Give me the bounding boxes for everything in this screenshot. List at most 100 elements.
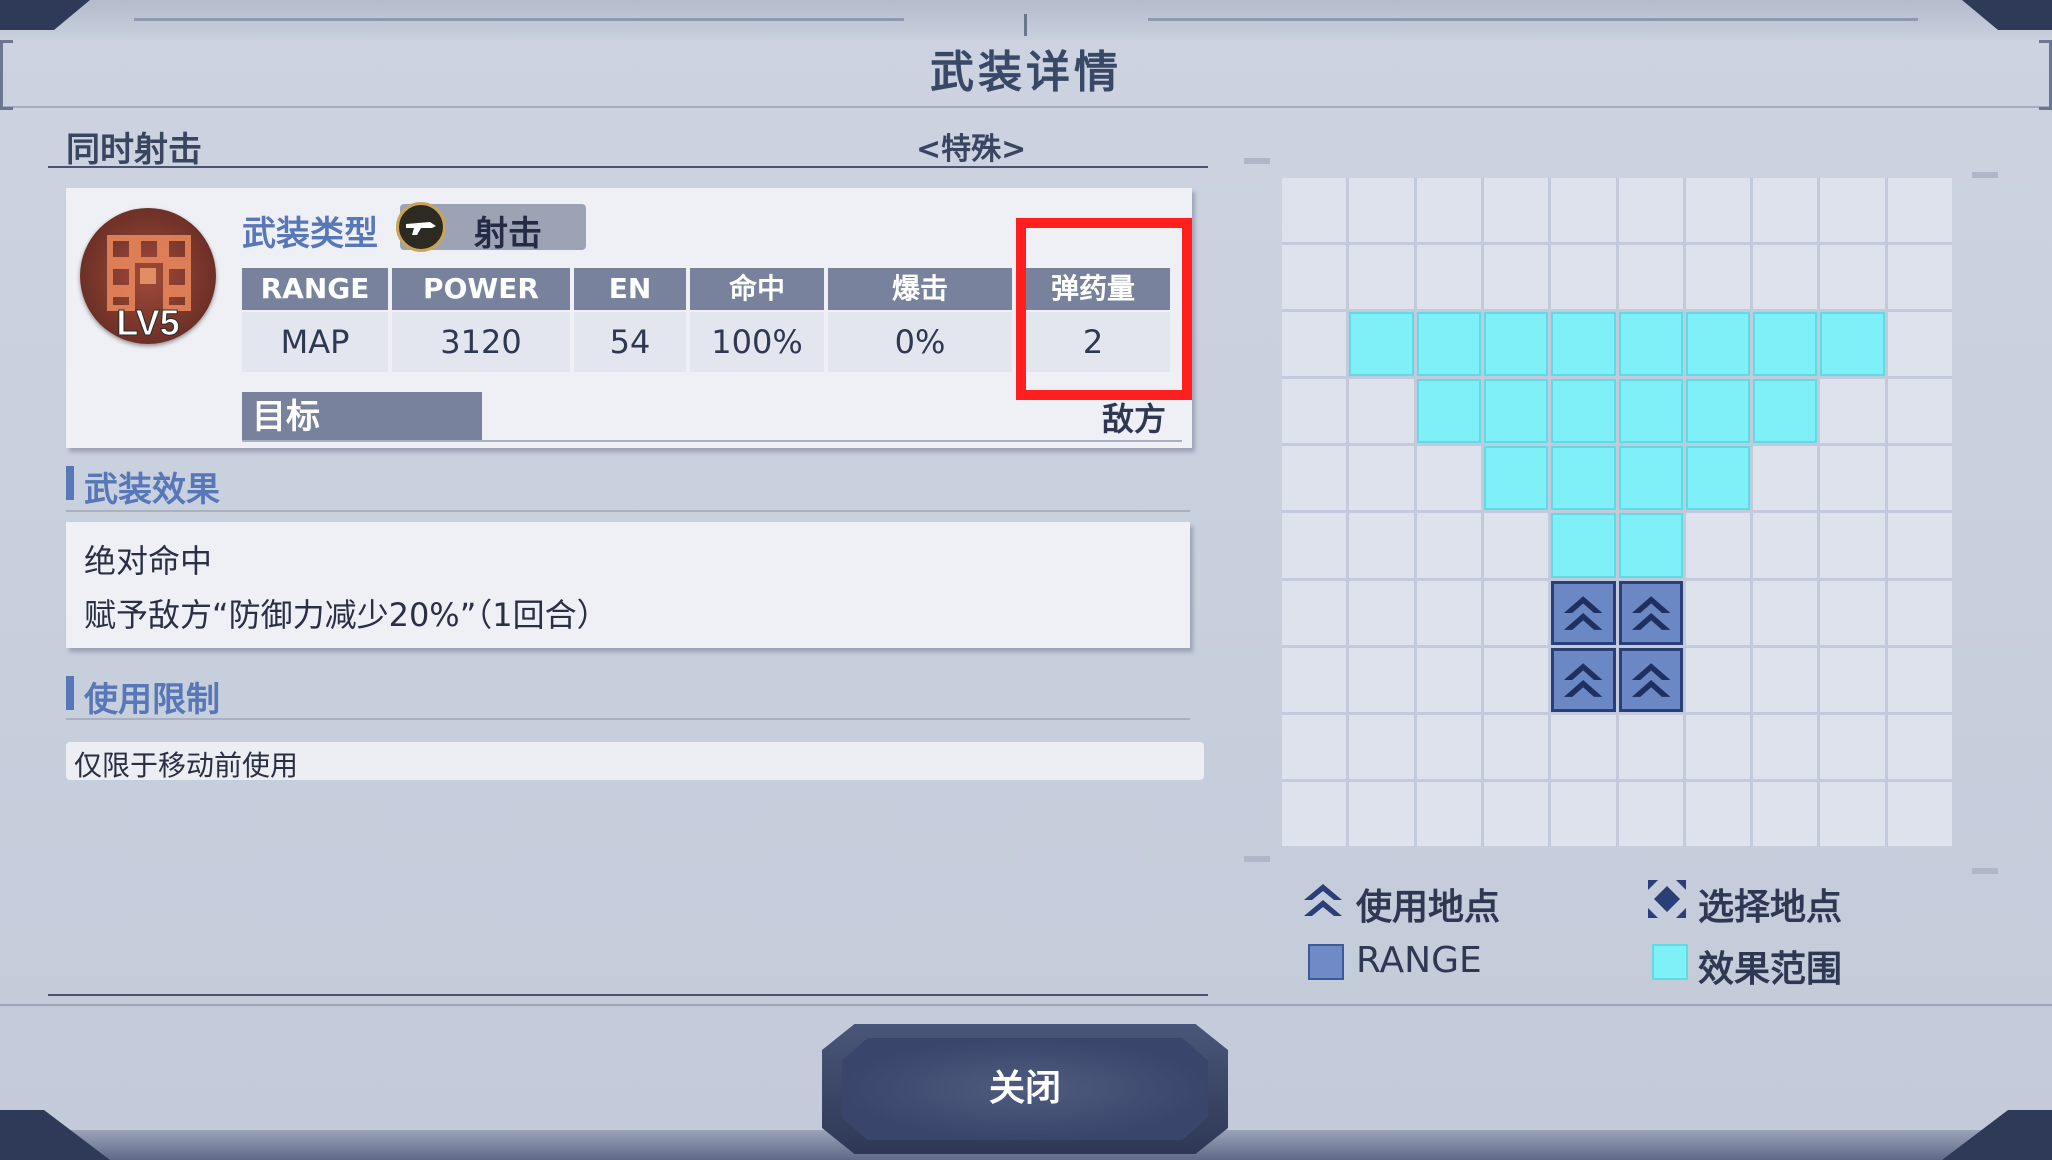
grid-cell (1349, 446, 1414, 511)
grid-cell (1685, 714, 1751, 779)
grid-corner-tr (1972, 172, 1998, 178)
grid-cell (1820, 513, 1885, 578)
grid-cell-effect (1551, 379, 1616, 444)
ammo-highlight-box (1016, 218, 1192, 400)
restriction-divider (66, 718, 1190, 720)
grid-cell-effect (1820, 312, 1885, 377)
grid-cell (1820, 781, 1885, 846)
weapon-name: 同时射击 (66, 130, 202, 170)
grid-cell (1416, 513, 1481, 578)
grid-cell-effect (1753, 312, 1818, 377)
target-label: 目标 (242, 392, 482, 442)
grid-cell-effect (1483, 446, 1549, 511)
grid-cell (1282, 178, 1347, 243)
legend-effect-range: 效果范围 (1698, 949, 1843, 990)
use-point-icon (1631, 595, 1670, 630)
stat-header-range: RANGE (242, 268, 388, 310)
weapon-category: <特殊> (916, 132, 1027, 167)
grid-corner-bl (1244, 856, 1270, 862)
grid-cell (1820, 647, 1885, 712)
grid-corner-tl (1244, 158, 1270, 164)
grid-cell (1483, 580, 1549, 645)
effects-section-title: 武装效果 (66, 462, 220, 511)
left-panel-bottom-divider (48, 994, 1208, 996)
grid-cell (1349, 647, 1414, 712)
grid-cell-effect (1551, 446, 1616, 511)
grid-cell-effect (1685, 312, 1751, 377)
use-point-icon (1564, 595, 1603, 630)
grid-cell (1349, 178, 1414, 243)
grid-cell (1349, 580, 1414, 645)
stat-header-crit: 爆击 (828, 268, 1012, 310)
grid-cell (1282, 513, 1347, 578)
grid-cell (1551, 245, 1616, 310)
grid-cell-effect (1416, 312, 1481, 377)
grid-cell (1887, 245, 1952, 310)
grid-cell (1483, 178, 1549, 243)
select-point-icon (1644, 876, 1690, 922)
legend-effect-swatch (1652, 944, 1688, 980)
restriction-section-title: 使用限制 (66, 672, 220, 721)
grid-cell-effect (1685, 446, 1751, 511)
legend-range-swatch (1308, 944, 1344, 980)
target-divider (242, 440, 1182, 442)
grid-cell (1416, 714, 1481, 779)
grid-cell (1483, 513, 1549, 578)
stat-value-crit: 0% (828, 312, 1012, 372)
grid-cell (1282, 580, 1347, 645)
frame-corner-left (0, 0, 90, 30)
grid-cell-effect (1618, 379, 1683, 444)
frame-line-left (134, 18, 904, 21)
grid-cell (1483, 714, 1549, 779)
page-title: 武装详情 (930, 47, 1122, 98)
close-button-label: 关闭 (988, 1068, 1061, 1109)
stat-value-en: 54 (574, 312, 686, 372)
grid-cell (1753, 245, 1818, 310)
frame-center-tick (1024, 14, 1027, 36)
grid-cell-effect (1618, 312, 1683, 377)
grid-cell-use-point (1618, 580, 1683, 645)
grid-cell (1349, 245, 1414, 310)
grid-cell-use-point (1551, 647, 1616, 712)
effect-line-2: 赋予敌方“防御力减少20%”（1回合） (84, 596, 609, 634)
grid-cell-effect (1685, 379, 1751, 444)
grid-cell (1820, 446, 1885, 511)
stat-value-hit: 100% (690, 312, 824, 372)
grid-cell (1685, 245, 1751, 310)
close-button[interactable]: 关闭 (822, 1024, 1228, 1154)
stat-header-power: POWER (392, 268, 570, 310)
grid-corner-br (1972, 868, 1998, 874)
frame-line-right (1148, 18, 1918, 21)
grid-cell (1685, 647, 1751, 712)
grid-cell (1887, 647, 1952, 712)
grid-cell (1887, 446, 1952, 511)
grid-cell (1618, 178, 1683, 243)
grid-cell (1820, 379, 1885, 444)
grid-cell (1887, 781, 1952, 846)
grid-cell (1416, 647, 1481, 712)
grid-cell (1282, 379, 1347, 444)
legend-range: RANGE (1356, 940, 1482, 981)
gun-icon (396, 202, 446, 252)
grid-cell-effect (1551, 513, 1616, 578)
grid-cell-effect (1551, 312, 1616, 377)
grid-cell (1416, 580, 1481, 645)
weapon-type-value: 射击 (474, 214, 542, 254)
grid-cell (1753, 647, 1818, 712)
grid-cell (1483, 647, 1549, 712)
grid-cell (1282, 714, 1347, 779)
grid-cell (1685, 178, 1751, 243)
grid-cell (1483, 781, 1549, 846)
grid-cell-effect (1483, 379, 1549, 444)
target-value: 敌方 (1101, 400, 1166, 438)
frame-corner-right (1962, 0, 2052, 30)
grid-cell (1887, 379, 1952, 444)
grid-cell (1887, 312, 1952, 377)
legend-select-point: 选择地点 (1698, 887, 1843, 928)
weapon-level: LV5 (116, 302, 180, 344)
grid-cell (1349, 379, 1414, 444)
grid-cell (1685, 580, 1751, 645)
header-divider (48, 166, 1208, 168)
grid-cell (1483, 245, 1549, 310)
stat-value-range: MAP (242, 312, 388, 372)
